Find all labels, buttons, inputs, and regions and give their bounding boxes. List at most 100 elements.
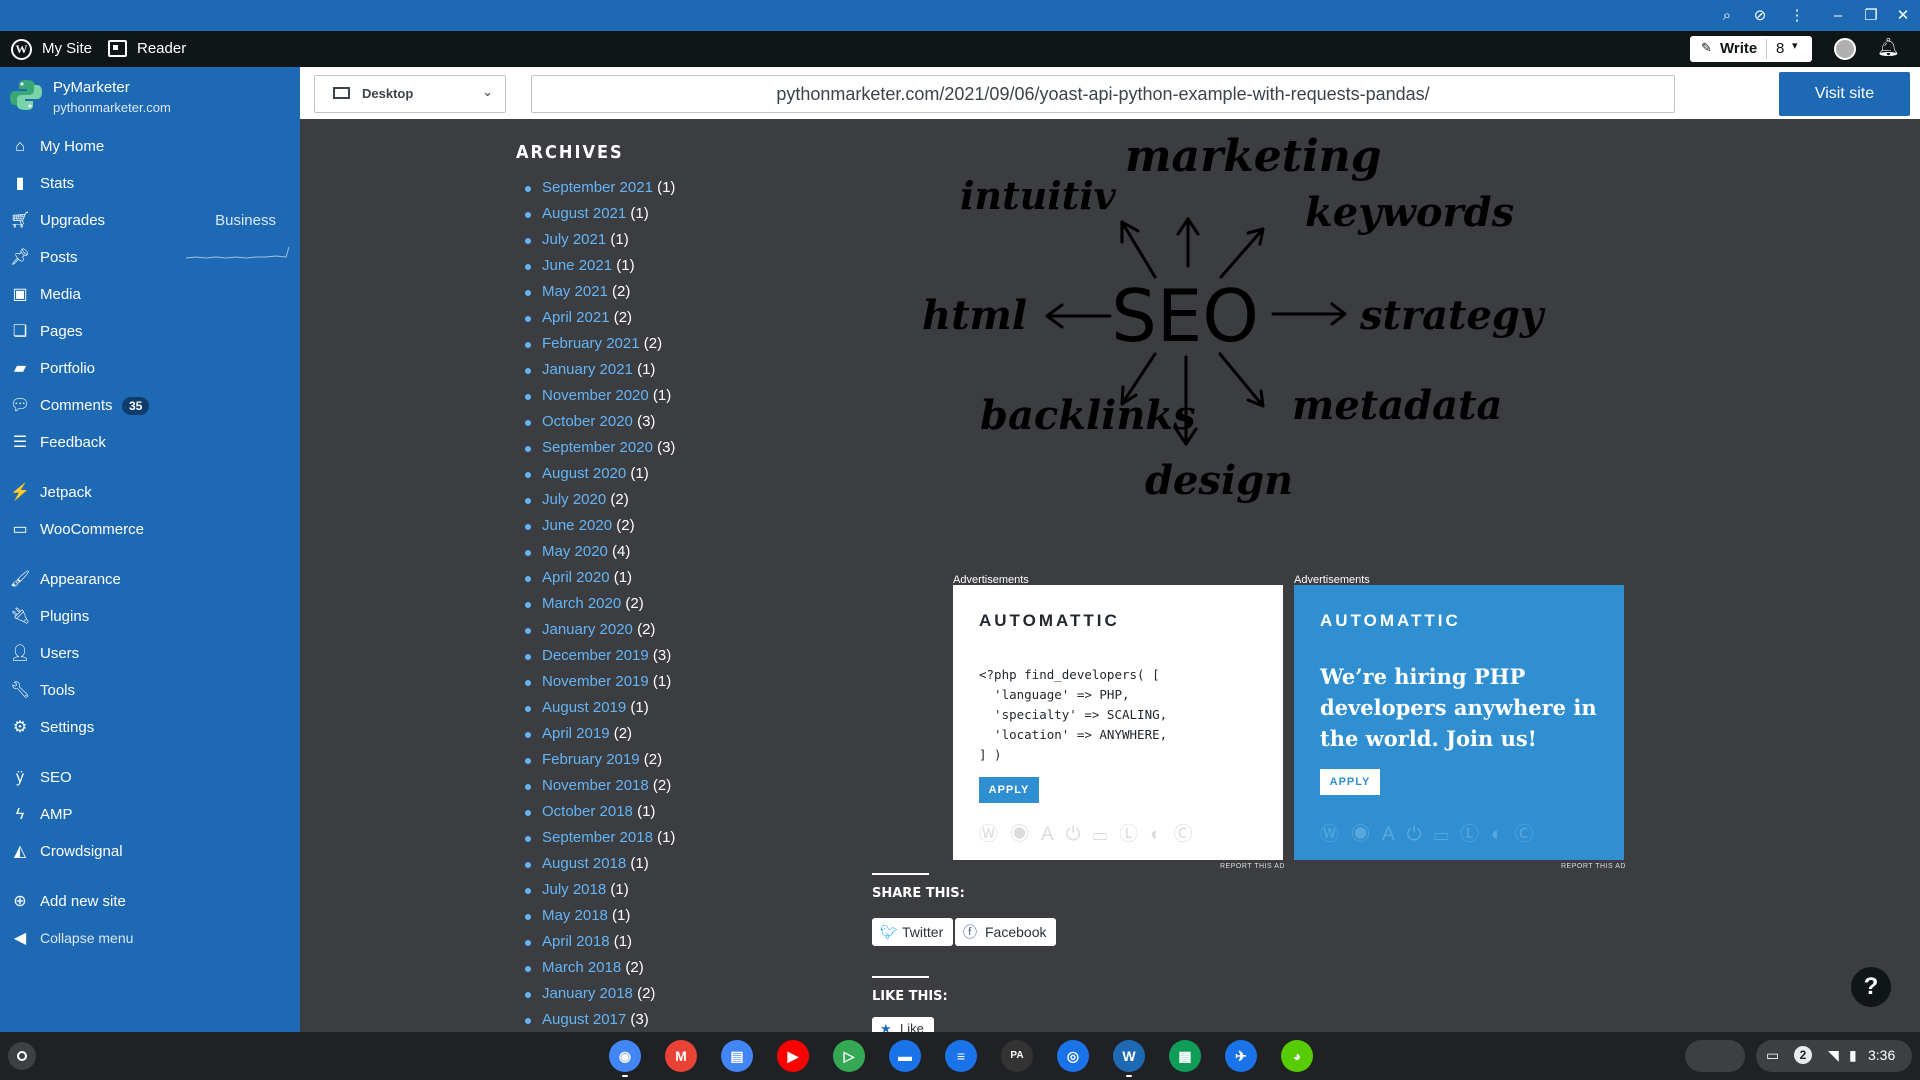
ad-automattic-hiring[interactable]: AUTOMATTIC We’re hiring PHP developers a… [1294,585,1624,860]
archive-link[interactable]: August 2017 [542,1011,626,1028]
archive-link[interactable]: February 2019 [542,751,640,768]
archive-link[interactable]: March 2020 [542,595,621,612]
device-select[interactable]: Desktop ⌄ [314,75,506,113]
archive-link[interactable]: August 2018 [542,855,626,872]
sidebar-item-upgrades[interactable]: 🛒︎ Upgrades Business [0,205,300,237]
sidebar-item-comments[interactable]: 💬︎ Comments 35 [0,390,300,422]
site-name[interactable]: PyMarketer [53,79,130,96]
archive-link[interactable]: August 2021 [542,205,626,222]
archive-link[interactable]: May 2018 [542,907,608,924]
archive-link[interactable]: June 2020 [542,517,612,534]
status-area[interactable]: ▭ 2 ◥ ▮ 3:36 [1756,1040,1912,1072]
apply-button[interactable]: APPLY [979,777,1039,803]
archive-link[interactable]: July 2018 [542,881,606,898]
sidebar-item-posts[interactable]: 📌︎ Posts [0,242,300,274]
archive-link[interactable]: September 2020 [542,439,653,456]
archive-link[interactable]: October 2020 [542,413,633,430]
sidebar-item-tools[interactable]: 🔧︎ Tools [0,675,300,707]
files-icon[interactable]: ▬ [889,1040,921,1072]
archive-link[interactable]: July 2020 [542,491,606,508]
archive-link[interactable]: August 2019 [542,699,626,716]
wordpress-logo-icon[interactable]: W [11,39,32,60]
archive-link[interactable]: January 2021 [542,361,633,378]
archive-link[interactable]: June 2021 [542,257,612,274]
zoom-icon[interactable]: ⌕ [1717,6,1737,26]
visit-site-button[interactable]: Visit site [1779,72,1910,116]
archive-link[interactable]: March 2018 [542,959,621,976]
messages-icon[interactable]: ≡ [945,1040,977,1072]
sidebar-item-stats[interactable]: ▮ Stats [0,168,300,200]
my-site-link[interactable]: My Site [42,31,92,67]
sidebar-item-settings[interactable]: ⚙ Settings [0,712,300,744]
help-button[interactable]: ? [1851,967,1891,1007]
restore-icon[interactable]: ❐ [1861,6,1881,26]
camera-icon[interactable]: ◎ [1057,1040,1089,1072]
archive-link[interactable]: February 2021 [542,335,640,352]
holding-space-tray[interactable] [1685,1040,1745,1072]
archive-link[interactable]: April 2020 [542,569,610,586]
youtube-icon[interactable]: ▶ [777,1040,809,1072]
docs-icon[interactable]: ▤ [721,1040,753,1072]
kebab-menu-icon[interactable]: ⋮ [1787,6,1807,26]
archive-link[interactable]: September 2018 [542,829,653,846]
archive-link[interactable]: April 2021 [542,309,610,326]
archive-link[interactable]: November 2018 [542,777,649,794]
sidebar-item-appearance[interactable]: 🖌︎ Appearance [0,564,300,596]
archive-link[interactable]: January 2020 [542,621,633,638]
sidebar-item-woocommerce[interactable]: ▭ WooCommerce [0,514,300,546]
messenger-icon[interactable]: ✈ [1225,1040,1257,1072]
python-logo-icon[interactable] [8,77,44,113]
sidebar-item-amp[interactable]: ϟ AMP [0,799,300,831]
close-icon[interactable]: ✕ [1893,6,1913,26]
twitter-share-button[interactable]: 🐦︎ Twitter [872,918,954,946]
collapse-menu-button[interactable]: ◀ Collapse menu [0,923,300,955]
sidebar-item-plugins[interactable]: 🔌︎ Plugins [0,601,300,633]
sidebar-item-jetpack[interactable]: ⚡ Jetpack [0,477,300,509]
duolingo-icon[interactable]: ◕ [1281,1040,1313,1072]
preview-url-field[interactable]: pythonmarketer.com/2021/09/06/yoast-api-… [531,75,1675,113]
minimize-icon[interactable]: – [1828,6,1848,26]
sidebar-item-media[interactable]: ▣ Media [0,279,300,311]
archive-link[interactable]: October 2018 [542,803,633,820]
sidebar-item-seo[interactable]: ÿ SEO [0,762,300,794]
sidebar-item-my-home[interactable]: ⌂ My Home [0,131,300,163]
ad-automattic-code[interactable]: AUTOMATTIC <?php find_developers( [ 'lan… [953,585,1283,860]
report-ad-link[interactable]: REPORT THIS AD [1220,863,1285,870]
sidebar-item-pages[interactable]: ❏ Pages [0,316,300,348]
code-pad-icon[interactable]: PA [1001,1040,1033,1072]
archive-link[interactable]: July 2021 [542,231,606,248]
sheets-icon[interactable]: ▦ [1169,1040,1201,1072]
chrome-icon[interactable]: ◉ [609,1040,641,1077]
chevron-down-icon[interactable]: ▾ [1792,39,1798,52]
sidebar-item-add-new-site[interactable]: ⊕ Add new site [0,886,300,918]
bell-icon[interactable]: 🔔︎ [1877,37,1900,58]
archive-link[interactable]: December 2019 [542,647,649,664]
sidebar-item-users[interactable]: 👤︎ Users [0,638,300,670]
archive-link[interactable]: September 2021 [542,179,653,196]
sidebar-item-portfolio[interactable]: ▰ Portfolio [0,353,300,385]
wordpress-icon[interactable]: W [1113,1040,1145,1077]
sidebar-item-crowdsignal[interactable]: ◭ Crowdsignal [0,836,300,868]
archive-link[interactable]: August 2020 [542,465,626,482]
reader-link[interactable]: Reader [137,31,186,67]
like-button[interactable]: ★ Like [872,1017,934,1032]
archive-link[interactable]: May 2020 [542,543,608,560]
archive-link[interactable]: November 2020 [542,387,649,404]
facebook-share-button[interactable]: ⓕ Facebook [955,918,1057,946]
apply-button[interactable]: APPLY [1320,769,1380,795]
write-button[interactable]: ✎ Write 8 ▾ [1690,36,1812,62]
sidebar-item-feedback[interactable]: ☰ Feedback [0,427,300,459]
site-url[interactable]: pythonmarketer.com [53,100,171,115]
archive-link[interactable]: November 2019 [542,673,649,690]
avatar[interactable] [1834,38,1856,60]
archive-link[interactable]: May 2021 [542,283,608,300]
archive-link[interactable]: April 2019 [542,725,610,742]
reader-icon[interactable] [108,40,127,57]
gmail-icon[interactable]: M [665,1040,697,1072]
report-ad-link[interactable]: REPORT THIS AD [1561,863,1626,870]
eye-off-icon[interactable]: ⊘ [1750,6,1770,26]
archive-link[interactable]: January 2018 [542,985,633,1002]
play-store-icon[interactable]: ▷ [833,1040,865,1072]
launcher-button[interactable] [8,1042,36,1070]
archive-link[interactable]: April 2018 [542,933,610,950]
